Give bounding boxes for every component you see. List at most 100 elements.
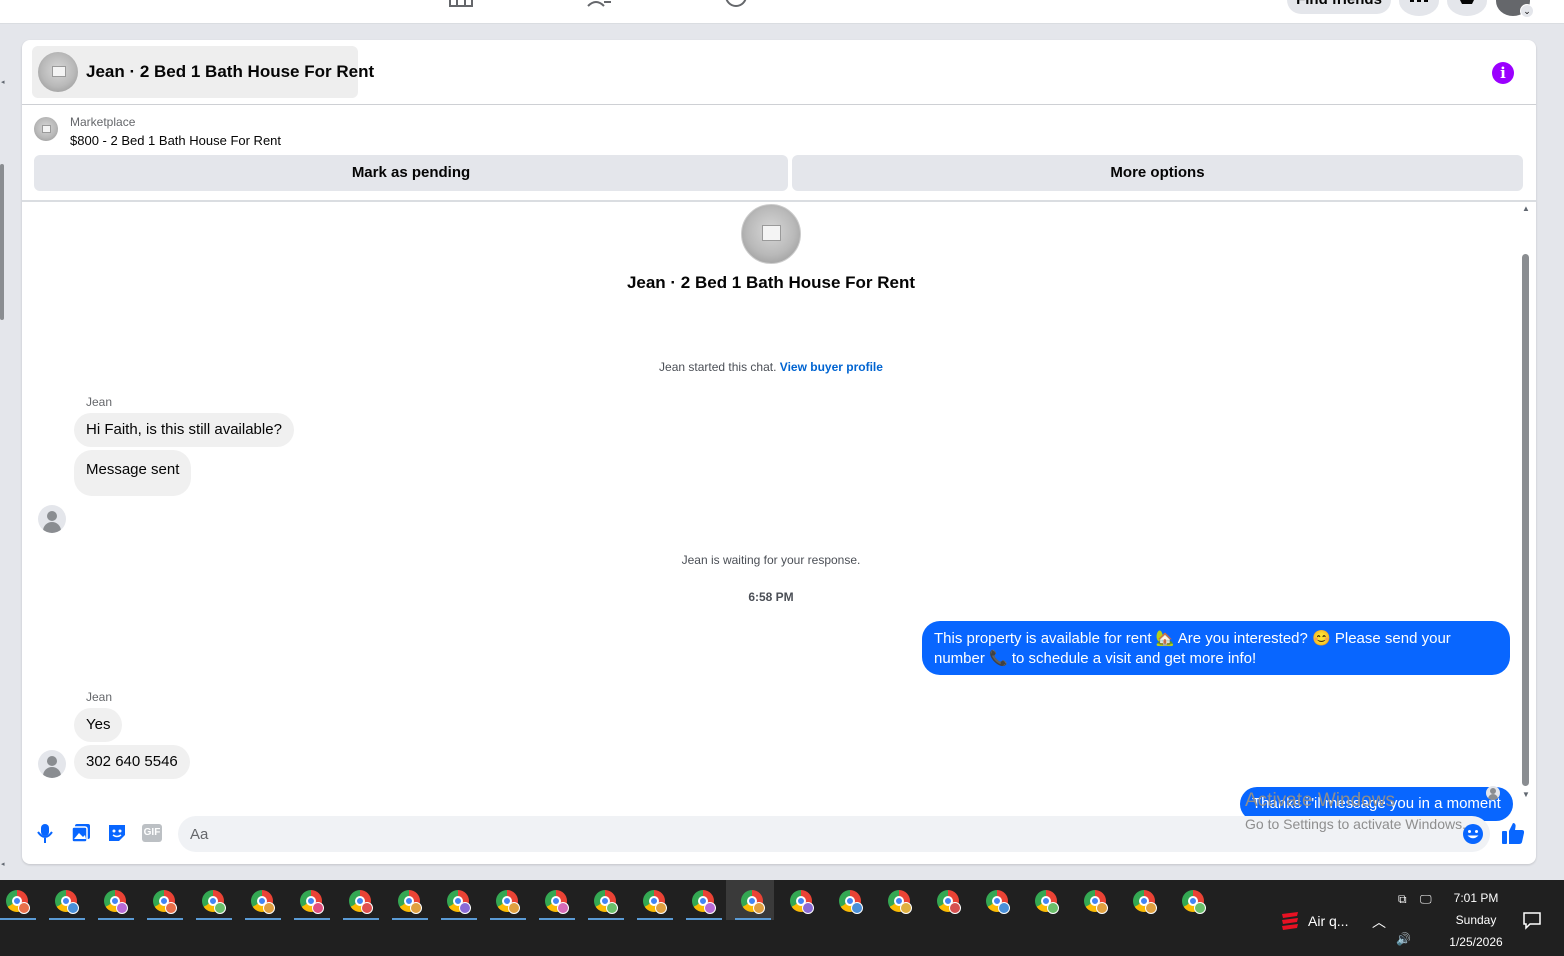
chrome-profile-taskbar-icon[interactable] (196, 888, 232, 920)
incoming-message[interactable]: Message sent (74, 450, 192, 496)
profile-badge-icon (949, 902, 961, 914)
message-input[interactable] (178, 816, 1490, 852)
chrome-profile-taskbar-icon[interactable] (637, 888, 673, 920)
incoming-message[interactable]: Yes (74, 708, 123, 742)
find-friends-button[interactable]: Find friends (1287, 0, 1391, 14)
running-indicator (49, 918, 85, 920)
chrome-profile-taskbar-icon[interactable] (98, 888, 134, 920)
chrome-profile-taskbar-icon[interactable] (886, 888, 914, 916)
page-scrollbar[interactable] (1549, 24, 1564, 876)
network-icon[interactable]: 🖵 (1420, 892, 1432, 907)
profile-badge-icon (361, 902, 373, 914)
sticker-icon[interactable] (106, 822, 128, 844)
notifications-button[interactable] (1447, 0, 1487, 16)
chat-header-pill[interactable]: Jean · 2 Bed 1 Bath House For Rent (32, 46, 374, 98)
chrome-profile-taskbar-icon[interactable] (441, 888, 477, 920)
volume-icon[interactable]: 🔊 (1396, 932, 1411, 946)
taskbar-date[interactable]: 1/25/2026 (1441, 935, 1511, 949)
chrome-profile-taskbar-icon[interactable] (0, 888, 36, 920)
scroll-arrow-icon: ◂ (1, 861, 5, 868)
chrome-profile-taskbar-icon[interactable] (392, 888, 428, 920)
taskbar-time[interactable]: 7:01 PM (1441, 891, 1511, 905)
menu-button[interactable] (1399, 0, 1439, 16)
running-indicator (0, 918, 36, 920)
chevron-up-icon[interactable]: ︿ (1372, 912, 1386, 932)
chrome-profile-taskbar-icon[interactable] (490, 888, 526, 920)
marketplace-listing-thumbnail[interactable] (34, 117, 58, 141)
running-indicator (539, 918, 575, 920)
running-indicator (490, 918, 526, 920)
notification-center-icon[interactable] (1522, 910, 1542, 930)
profile-badge-icon (1047, 902, 1059, 914)
running-indicator (441, 918, 477, 920)
running-indicator (343, 918, 379, 920)
thumbs-up-icon[interactable] (1500, 820, 1526, 846)
chrome-profile-taskbar-icon[interactable] (1131, 888, 1159, 916)
gif-icon[interactable]: GIF (142, 824, 162, 842)
profile-badge-icon (753, 902, 765, 914)
chrome-profile-taskbar-icon[interactable] (147, 888, 183, 920)
running-indicator (196, 918, 232, 920)
marketplace-nav-icon[interactable] (448, 0, 474, 8)
seen-indicator-avatar (1486, 786, 1500, 800)
listing-summary[interactable]: $800 - 2 Bed 1 Bath House For Rent (70, 133, 281, 148)
chat-started-text: Jean started this chat. (659, 360, 777, 374)
running-indicator (294, 918, 330, 920)
chrome-profile-taskbar-icon[interactable] (1033, 888, 1061, 916)
profile-badge-icon (67, 902, 79, 914)
sender-avatar[interactable] (38, 750, 66, 778)
outgoing-message[interactable]: This property is available for rent 🏡 Ar… (922, 621, 1510, 675)
top-navigation-bar: Find friends ⌄ (0, 0, 1564, 24)
conversation-avatar (741, 204, 801, 264)
chrome-profile-taskbar-icon[interactable] (788, 888, 816, 916)
chrome-profile-taskbar-icon[interactable] (837, 888, 865, 916)
incoming-message[interactable]: Hi Faith, is this still available? (74, 413, 294, 447)
chrome-profile-taskbar-icon[interactable] (245, 888, 281, 920)
chrome-profile-taskbar-icon[interactable] (1082, 888, 1110, 916)
meet-now-icon[interactable]: ⧉ (1398, 892, 1407, 907)
chrome-profile-taskbar-icon[interactable] (686, 888, 722, 920)
weather-widget-label[interactable]: Air q... (1308, 913, 1348, 929)
taskbar-day[interactable]: Sunday (1441, 913, 1511, 927)
friends-nav-icon[interactable] (586, 0, 612, 8)
incoming-message[interactable]: 302 640 5546 (74, 745, 190, 779)
left-scrollbar-thumb[interactable] (0, 164, 4, 320)
chrome-profile-taskbar-icon[interactable] (935, 888, 963, 916)
profile-badge-icon (704, 902, 716, 914)
air-quality-icon[interactable] (1280, 910, 1300, 932)
message-timestamp: 6:58 PM (748, 590, 794, 604)
scroll-up-icon[interactable]: ▲ (1522, 204, 1530, 213)
more-options-button[interactable]: More options (792, 155, 1523, 191)
scroll-arrow-icon: ◂ (1, 79, 5, 86)
profile-nav-icon[interactable] (724, 0, 750, 8)
emoji-icon[interactable] (1462, 823, 1484, 845)
chrome-profile-taskbar-icon[interactable] (343, 888, 379, 920)
microphone-icon[interactable] (34, 822, 56, 844)
scroll-down-icon[interactable]: ▼ (1522, 790, 1530, 799)
photo-icon[interactable] (70, 822, 92, 844)
chrome-profile-taskbar-icon[interactable] (1180, 888, 1208, 916)
scrollbar-thumb[interactable] (1522, 254, 1529, 786)
chrome-profile-taskbar-icon[interactable] (588, 888, 624, 920)
mark-as-pending-button[interactable]: Mark as pending (34, 155, 788, 191)
running-indicator (98, 918, 134, 920)
profile-badge-icon (802, 902, 814, 914)
chrome-profile-taskbar-icon[interactable] (735, 888, 771, 920)
profile-badge-icon (263, 902, 275, 914)
chrome-profile-taskbar-icon[interactable] (294, 888, 330, 920)
running-indicator (637, 918, 673, 920)
account-avatar[interactable]: ⌄ (1496, 0, 1534, 18)
message-scrollbar[interactable]: ▲ ▼ (1520, 202, 1532, 800)
running-indicator (245, 918, 281, 920)
sender-avatar[interactable] (38, 505, 66, 533)
chrome-profile-taskbar-icon[interactable] (539, 888, 575, 920)
profile-badge-icon (998, 902, 1010, 914)
chrome-profile-taskbar-icon[interactable] (49, 888, 85, 920)
view-buyer-profile-link[interactable]: View buyer profile (780, 360, 883, 374)
chat-started-notice: Jean started this chat. View buyer profi… (22, 360, 1520, 374)
profile-badge-icon (459, 902, 471, 914)
message-thread: Jean · 2 Bed 1 Bath House For Rent Jean … (22, 202, 1536, 821)
info-icon[interactable]: i (1492, 62, 1514, 84)
chrome-profile-taskbar-icon[interactable] (984, 888, 1012, 916)
profile-badge-icon (557, 902, 569, 914)
